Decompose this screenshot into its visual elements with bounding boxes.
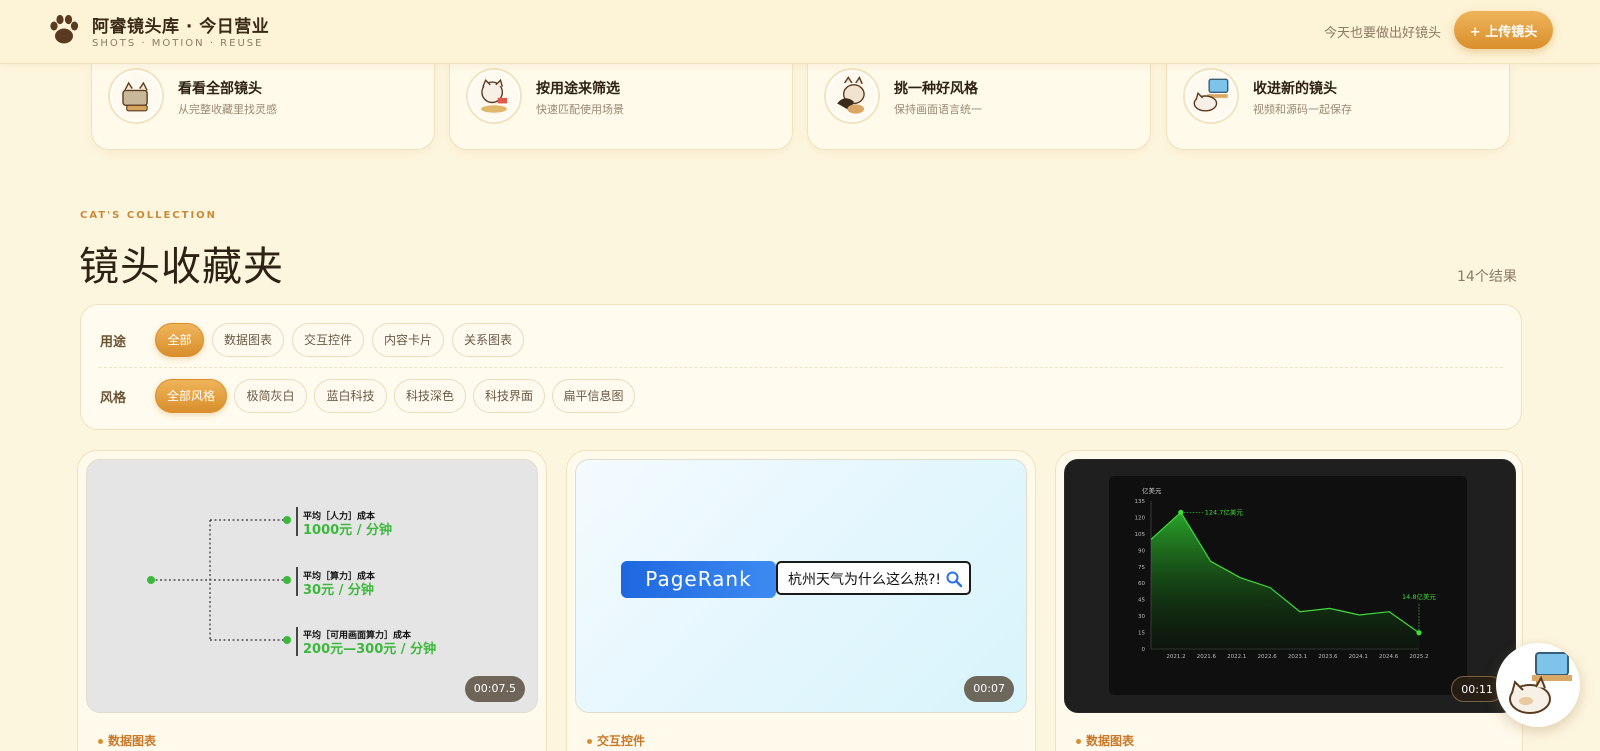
y-tick-label: 0 [1142,647,1146,653]
section-title: 镜头收藏夹 [79,244,284,290]
shot-thumbnail[interactable]: 平均［人力］成本 1000元 / 分钟 平均［算力］成本 30元 / 分钟 平均… [86,459,538,713]
cat-mascot-button[interactable] [1496,643,1580,727]
card-category-label: 数据图表 [108,734,157,748]
style-chip-tech-ui[interactable]: 科技界面 [473,379,545,413]
paw-logo-icon [50,14,79,44]
cat-avatar-icon [108,68,164,124]
tree-item-value: 30元 / 分钟 [303,583,374,598]
x-tick-label: 2024.1 [1349,654,1368,660]
card-category-tag: 数据图表 [98,732,156,749]
x-tick-label: 2023.6 [1318,654,1338,660]
header-tagline: 今天也要做出好镜头 [1324,26,1442,41]
filter-chip-data-chart[interactable]: 数据图表 [212,323,284,357]
quick-card-filter-purpose[interactable]: 按用途来筛选 快速匹配使用场景 [449,62,793,150]
duration-badge: 00:07.5 [464,676,525,702]
cat-avatar-icon [1183,68,1239,124]
filter-chip-relation[interactable]: 关系图表 [452,323,524,357]
x-tick-label: 2021.6 [1197,654,1217,660]
bullet-icon [1076,739,1081,744]
quick-card-desc: 快速匹配使用场景 [536,103,624,116]
y-tick-label: 15 [1138,631,1145,637]
upload-shot-button[interactable]: + 上传镜头 [1454,11,1553,49]
y-tick-label: 90 [1138,548,1145,554]
top-bar: 阿睿镜头库 · 今日营业 SHOTS · MOTION · REUSE 今天也要… [0,0,1600,64]
result-count: 14个结果 [1457,269,1517,285]
filter-panel: 用途 全部 数据图表 交互控件 内容卡片 关系图表 风格 全部风格 极简灰白 蓝… [80,304,1522,430]
bullet-icon [587,739,592,744]
y-tick-label: 30 [1138,614,1145,620]
filter-chip-content-card[interactable]: 内容卡片 [372,323,444,357]
brand-subtitle: SHOTS · MOTION · REUSE [92,38,264,49]
search-brand-badge: PageRank [621,561,776,598]
filter-chip-interactive[interactable]: 交互控件 [292,323,364,357]
shot-card[interactable]: 亿美元 0 15 30 45 60 75 90 105 120 135 2021.2 2021.6 20… [1055,450,1523,751]
section-eyebrow: CAT'S COLLECTION [80,210,218,221]
search-query-text: 杭州天气为什么这么热?! [788,572,942,588]
duration-badge: 00:07 [964,676,1014,702]
y-tick-label: 120 [1135,515,1146,521]
brand-title: 阿睿镜头库 · 今日营业 [92,17,270,37]
quick-card-desc: 保持画面语言统一 [894,103,982,116]
tree-item-value: 200元—300元 / 分钟 [303,642,437,657]
chart-end-point [1416,630,1422,636]
shot-card[interactable]: 平均［人力］成本 1000元 / 分钟 平均［算力］成本 30元 / 分钟 平均… [77,450,547,751]
cat-avatar-icon [466,68,522,124]
style-filter-label: 风格 [100,391,127,406]
x-tick-label: 2021.2 [1166,654,1185,660]
area-chart: 亿美元 0 15 30 45 60 75 90 105 120 135 2021.2 2021.6 20… [1109,476,1467,695]
quick-card-title: 按用途来筛选 [536,81,620,97]
card-category-label: 数据图表 [1086,734,1135,748]
card-category-tag: 数据图表 [1076,732,1134,749]
card-category-tag: 交互控件 [587,732,645,749]
style-chip-minimal-gray[interactable]: 极简灰白 [234,379,307,413]
quick-card-desc: 视频和源码一起保存 [1253,103,1352,116]
search-icon [946,571,963,588]
cat-avatar-icon [824,68,880,124]
chart-peak-point [1178,509,1184,515]
search-input-mock: 杭州天气为什么这么热?! [776,561,971,595]
shot-thumbnail[interactable]: PageRank 杭州天气为什么这么热?! 00:07 [575,459,1027,713]
style-chip-flat-infographic[interactable]: 扁平信息图 [552,379,635,413]
y-tick-label: 45 [1138,598,1145,604]
quick-card-add-new[interactable]: 收进新的镜头 视频和源码一起保存 [1166,62,1510,150]
shot-card[interactable]: PageRank 杭州天气为什么这么热?! 00:07 交互控件 [566,450,1036,751]
card-category-label: 交互控件 [597,734,646,748]
chart-end-label: 14.8亿美元 [1402,592,1436,601]
filter-divider [99,367,1503,368]
y-tick-label: 135 [1135,499,1146,505]
quick-card-title: 收进新的镜头 [1253,81,1337,97]
quick-card-all-shots[interactable]: 看看全部镜头 从完整收藏里找灵感 [91,62,435,150]
quick-card-pick-style[interactable]: 挑一种好风格 保持画面语言统一 [807,62,1151,150]
shot-thumbnail[interactable]: 亿美元 0 15 30 45 60 75 90 105 120 135 2021.2 2021.6 20… [1064,459,1516,713]
purpose-filter-label: 用途 [100,335,127,350]
x-tick-label: 2022.1 [1227,654,1246,660]
quick-card-title: 挑一种好风格 [894,81,978,97]
x-tick-label: 2023.1 [1288,654,1307,660]
y-tick-label: 105 [1135,532,1146,538]
x-tick-label: 2025.2 [1409,654,1428,660]
style-chip-dark-tech[interactable]: 科技深色 [394,379,466,413]
x-tick-label: 2022.6 [1258,654,1278,660]
style-chip-blue-tech[interactable]: 蓝白科技 [314,379,387,413]
y-tick-label: 60 [1138,581,1145,587]
cat-laptop-icon [1509,652,1572,714]
tree-item-value: 1000元 / 分钟 [303,523,392,538]
y-tick-label: 75 [1138,565,1145,571]
chart-peak-label: 124.7亿美元 [1205,507,1244,516]
quick-card-desc: 从完整收藏里找灵感 [178,103,277,116]
filter-chip-all[interactable]: 全部 [155,323,204,357]
quick-card-title: 看看全部镜头 [178,81,262,97]
chart-unit-label: 亿美元 [1142,486,1162,495]
style-chip-all[interactable]: 全部风格 [155,379,227,413]
bullet-icon [98,739,103,744]
x-tick-label: 2024.6 [1379,654,1399,660]
